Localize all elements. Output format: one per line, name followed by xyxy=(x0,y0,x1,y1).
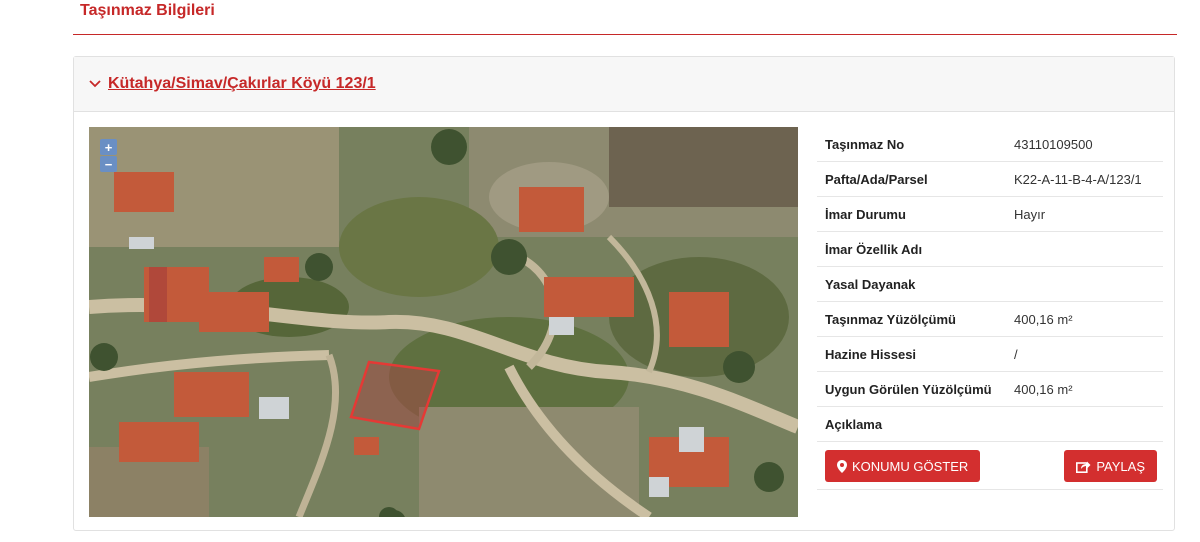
show-location-button[interactable]: KONUMU GÖSTER xyxy=(825,450,981,482)
zoom-in-button[interactable]: + xyxy=(100,139,117,155)
detail-key: Açıklama xyxy=(817,406,1006,442)
detail-row: Yasal Dayanak xyxy=(817,266,1163,302)
detail-value xyxy=(1006,266,1163,302)
detail-row: Pafta/Ada/Parsel K22-A-11-B-4-A/123/1 xyxy=(817,161,1163,197)
parcel-card: Kütahya/Simav/Çakırlar Köyü 123/1 + − Ta… xyxy=(73,56,1175,531)
detail-row: İmar Özellik Adı xyxy=(817,231,1163,267)
parcel-details: Taşınmaz No 43110109500 Pafta/Ada/Parsel K… xyxy=(817,127,1163,490)
action-divider xyxy=(817,489,1163,490)
detail-value: Hayır xyxy=(1006,196,1163,232)
map-imagery xyxy=(89,127,798,517)
detail-row: Uygun Görülen Yüzölçümü 400,16 m² xyxy=(817,371,1163,407)
detail-key: Taşınmaz No xyxy=(817,127,1006,162)
details-table: Taşınmaz No 43110109500 Pafta/Ada/Parsel K… xyxy=(817,127,1163,442)
map-zoom-controls: + − xyxy=(100,139,117,172)
share-label: PAYLAŞ xyxy=(1096,458,1145,474)
detail-key: İmar Durumu xyxy=(817,196,1006,232)
detail-value: / xyxy=(1006,336,1163,372)
detail-value: 43110109500 xyxy=(1006,127,1163,162)
show-location-label: KONUMU GÖSTER xyxy=(852,458,969,474)
map-marker-icon xyxy=(837,459,847,473)
action-row: KONUMU GÖSTER PAYLAŞ xyxy=(817,442,1163,482)
detail-row: Taşınmaz No 43110109500 xyxy=(817,127,1163,162)
detail-key: Uygun Görülen Yüzölçümü xyxy=(817,371,1006,407)
detail-row: Taşınmaz Yüzölçümü 400,16 m² xyxy=(817,301,1163,337)
detail-value: 400,16 m² xyxy=(1006,371,1163,407)
detail-key: Yasal Dayanak xyxy=(817,266,1006,302)
detail-value xyxy=(1006,231,1163,267)
detail-value: K22-A-11-B-4-A/123/1 xyxy=(1006,161,1163,197)
parcel-card-header[interactable]: Kütahya/Simav/Çakırlar Köyü 123/1 xyxy=(74,57,1174,112)
chevron-down-icon[interactable] xyxy=(88,77,102,91)
parcel-title-link[interactable]: Kütahya/Simav/Çakırlar Köyü 123/1 xyxy=(108,75,376,93)
detail-key: Taşınmaz Yüzölçümü xyxy=(817,301,1006,337)
section-divider xyxy=(73,34,1177,35)
section-title: Taşınmaz Bilgileri xyxy=(80,2,215,19)
share-icon xyxy=(1076,460,1091,473)
detail-key: Hazine Hissesi xyxy=(817,336,1006,372)
detail-row: Hazine Hissesi / xyxy=(817,336,1163,372)
detail-key: Pafta/Ada/Parsel xyxy=(817,161,1006,197)
share-button[interactable]: PAYLAŞ xyxy=(1064,450,1157,482)
detail-value: 400,16 m² xyxy=(1006,301,1163,337)
detail-row: Açıklama xyxy=(817,406,1163,442)
detail-value xyxy=(1006,406,1163,442)
detail-row: İmar Durumu Hayır xyxy=(817,196,1163,232)
satellite-map[interactable]: + − xyxy=(89,127,798,517)
detail-key: İmar Özellik Adı xyxy=(817,231,1006,267)
zoom-out-button[interactable]: − xyxy=(100,156,117,172)
